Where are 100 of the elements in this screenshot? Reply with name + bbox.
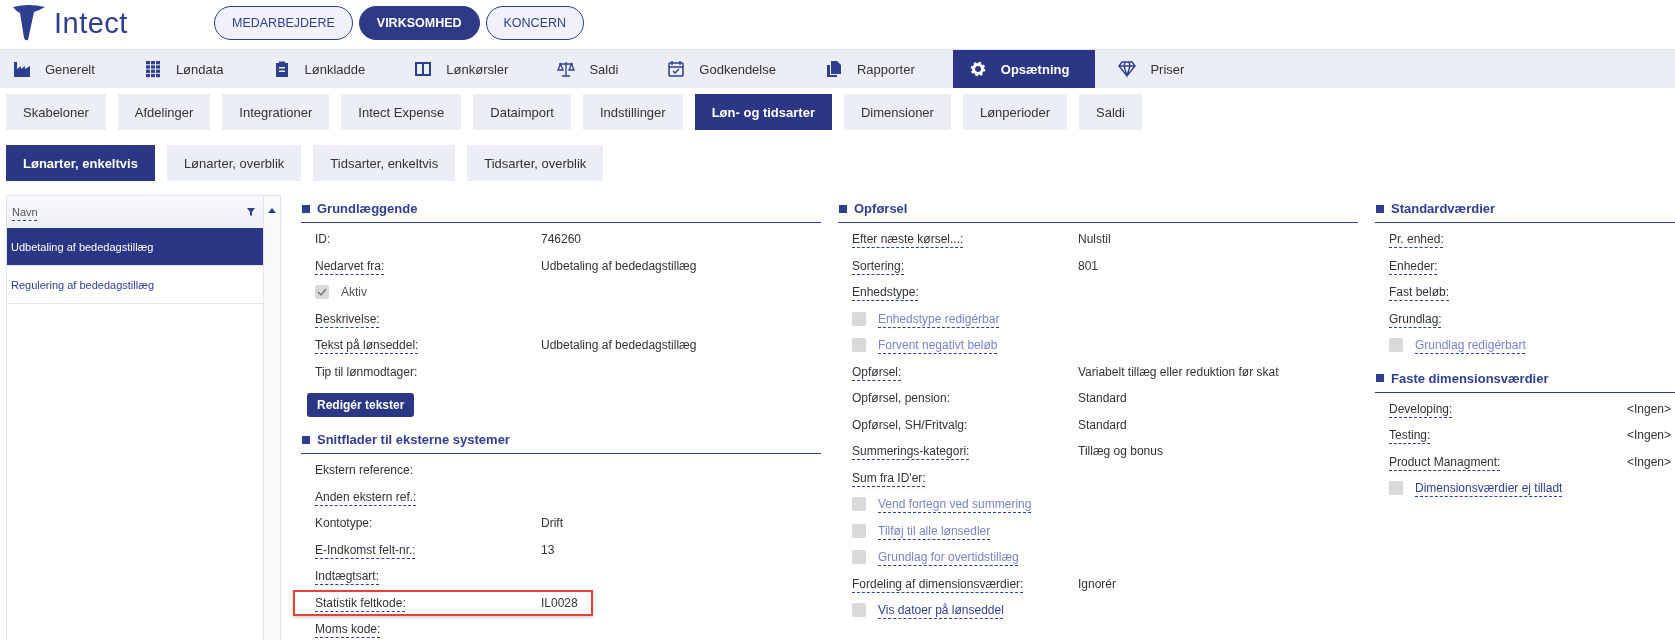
field-value: Standard [1078, 417, 1127, 432]
field-label: Efter næste kørsel...: [852, 232, 964, 247]
field-label: Beskrivelse: [315, 311, 380, 326]
scales-icon [557, 60, 576, 78]
field-value: <Ingen> [1626, 454, 1671, 469]
field-label: Anden ekstern ref.: [315, 489, 417, 504]
scope-button[interactable]: VIRKSOMHED [358, 6, 480, 40]
checkbox-label: Vis datoer på lønseddel [878, 603, 1004, 618]
field-value: <Ingen> [1626, 401, 1671, 416]
documents-icon [824, 60, 843, 78]
field-label: E-Indkomst felt-nr.: [315, 542, 416, 557]
field-value: Udbetaling af bededagstillæg [541, 338, 697, 353]
field-label: Developing: [1389, 401, 1453, 416]
field-value: 13 [541, 542, 555, 557]
nav-tab[interactable]: Rapporter [811, 50, 951, 88]
field-label: Enhedstype: [852, 285, 919, 300]
field-value: Drift [541, 516, 563, 531]
field-label: Statistik feltkode: [315, 595, 406, 610]
edit-texts-button[interactable]: Redigér tekster [307, 393, 415, 417]
field-label: Fast beløb: [1389, 285, 1450, 300]
sub-tab[interactable]: Lønperioder [962, 94, 1068, 130]
field-label: Tip til lønmodtager: [315, 364, 419, 379]
field-value: 801 [1078, 258, 1099, 273]
sub-tab[interactable]: Dataimport [473, 94, 571, 130]
field-value: IL0028 [541, 595, 578, 610]
list-row[interactable]: Udbetaling af bededagstillæg [7, 228, 263, 266]
sub-tab[interactable]: Løn- og tidsarter [694, 94, 832, 130]
nav-tab[interactable]: Opsætning [952, 50, 1096, 88]
field-value: 746260 [541, 232, 582, 247]
nav-tab[interactable]: Generelt [0, 50, 131, 88]
checkbox-label: Enhedstype redigérbar [878, 311, 1000, 326]
nav-tab[interactable]: Godkendelse [654, 50, 812, 88]
checkbox-label: Tilføj til alle lønsedler [878, 523, 991, 538]
sub-tab[interactable]: Integrationer [222, 94, 330, 130]
scope-button[interactable]: KONCERN [485, 6, 585, 40]
filter-icon[interactable] [247, 208, 255, 216]
field-value: Ignorér [1078, 576, 1117, 591]
factory-icon [13, 60, 31, 78]
scrollbar[interactable] [264, 196, 280, 640]
checkbox[interactable] [1389, 481, 1403, 496]
list-row[interactable]: Regulering af bededagstillæg [7, 266, 263, 304]
field-label: Testing: [1389, 428, 1431, 443]
scope-button[interactable]: MEDARBEJDERE [214, 6, 353, 40]
field-label: Sortering: [852, 258, 905, 273]
field-label: Pr. enhed: [1389, 232, 1444, 247]
checkbox-label: Forvent negativt beløb [878, 338, 998, 353]
nav-tab[interactable]: Priser [1105, 50, 1221, 88]
field-label: Tekst på lønseddel: [315, 338, 419, 353]
field-label: Opførsel: [852, 364, 902, 379]
nav-tab[interactable]: Løndata [130, 50, 260, 88]
section-heading: Snitflader til eksterne systemer [301, 426, 821, 454]
field-value: <Ingen> [1626, 428, 1671, 443]
sub-tab[interactable]: Saldi [1079, 94, 1142, 130]
checkbox[interactable] [852, 603, 866, 618]
checkbox-label: Grundlag redigérbart [1415, 338, 1526, 353]
field-value: Nulstil [1078, 232, 1111, 247]
field-label: Opførsel, SH/Fritvalg: [852, 417, 969, 432]
grid-icon [143, 60, 162, 78]
checkbox[interactable] [315, 285, 329, 300]
field-label: Kontotype: [315, 516, 374, 531]
checkbox-label: Vend fortegn ved summering [878, 497, 1032, 512]
logo-text: Intect [54, 6, 128, 40]
field-label: Product Managment: [1389, 454, 1501, 469]
scroll-up-icon[interactable] [268, 208, 276, 213]
checkbox-label: Dimensionsværdier ej tilladt [1415, 481, 1563, 496]
section-heading: Faste dimensionsværdier [1375, 364, 1675, 393]
type-tab[interactable]: Lønarter, enkeltvis [6, 145, 155, 181]
field-value: Udbetaling af bededagstillæg [541, 258, 697, 273]
sub-tab[interactable]: Skabeloner [6, 94, 106, 130]
nav-tab[interactable]: Saldi [544, 50, 655, 88]
nav-tab[interactable]: Lønkladde [259, 50, 402, 88]
field-value: Variabelt tillæg eller reduktion før skat [1078, 364, 1279, 379]
checkbox-label: Aktiv [341, 285, 367, 300]
diamond-icon [1118, 60, 1137, 78]
field-label: Indtægtsart: [315, 569, 380, 584]
columns-icon [414, 60, 433, 78]
nav-tab[interactable]: Lønkørsler [401, 50, 545, 88]
column-title[interactable]: Navn [12, 206, 38, 218]
field-label: Summerings-kategori: [852, 444, 970, 459]
sub-tab[interactable]: Afdelinger [117, 94, 211, 130]
field-label: Enheder: [1389, 258, 1438, 273]
field-label: Fordeling af dimensionsværdier: [852, 576, 1024, 591]
field-label: ID: [315, 232, 332, 247]
sub-tab[interactable]: Intect Expense [341, 94, 462, 130]
type-tab[interactable]: Tidsarter, enkeltvis [313, 145, 456, 181]
field-label: Ekstern reference: [315, 463, 415, 478]
sub-tab[interactable]: Dimensioner [843, 94, 951, 130]
type-tab[interactable]: Lønarter, overblik [166, 145, 302, 181]
settings-icon [968, 60, 987, 78]
field-label: Nedarvet fra: [315, 258, 385, 273]
calendar-check-icon [667, 60, 686, 78]
field-label: Moms kode: [315, 622, 381, 637]
type-tab[interactable]: Tidsarter, overblik [467, 145, 604, 181]
section-heading: Opførsel [838, 195, 1358, 223]
sub-tab[interactable]: Indstillinger [582, 94, 683, 130]
field-value: Tillæg og bonus [1078, 444, 1163, 459]
checkbox-label: Grundlag for overtidstillæg [878, 550, 1019, 565]
field-value: Standard [1078, 391, 1127, 406]
field-label: Grundlag: [1389, 311, 1442, 326]
field-label: Sum fra ID'er: [852, 470, 926, 485]
